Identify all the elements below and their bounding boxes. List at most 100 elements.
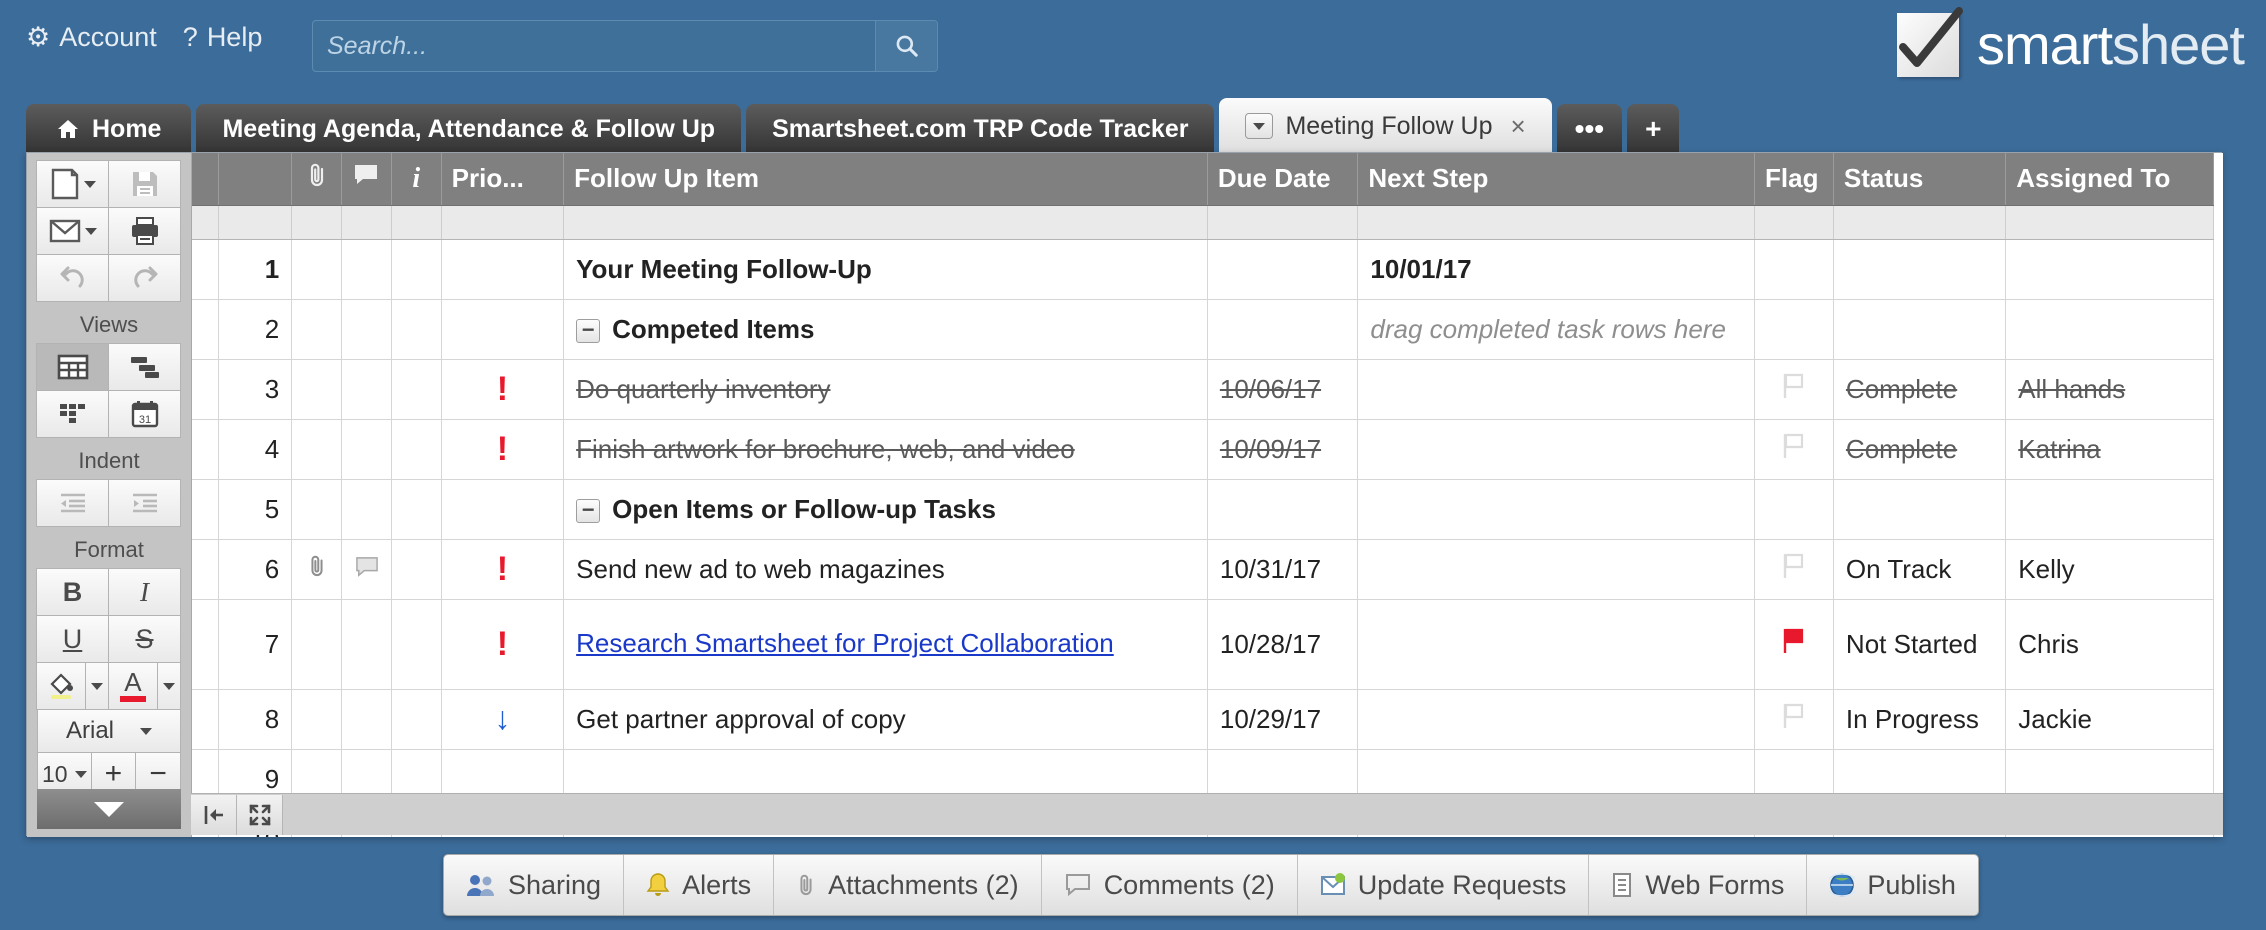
update-requests-button[interactable]: Update Requests: [1298, 855, 1590, 915]
gantt-view-button[interactable]: [108, 343, 181, 391]
cell-follow-up-item[interactable]: Send new ad to web magazines: [564, 539, 1208, 599]
search-button[interactable]: [875, 21, 937, 71]
font-family-select[interactable]: Arial: [37, 709, 181, 753]
send-email-button[interactable]: [36, 207, 109, 255]
cell-next-step[interactable]: [1358, 689, 1755, 749]
cell-follow-up-item[interactable]: −Open Items or Follow-up Tasks: [564, 479, 1208, 539]
cell-assigned-to[interactable]: Kelly: [2006, 539, 2214, 599]
cell-flag[interactable]: [1755, 359, 1834, 419]
sheet-grid[interactable]: i Prio... Follow Up Item Due Date Next S…: [191, 153, 2223, 837]
tab-meeting-agenda[interactable]: Meeting Agenda, Attendance & Follow Up: [196, 104, 741, 154]
cell-next-step[interactable]: [1358, 479, 1755, 539]
cell-follow-up-item[interactable]: Your Meeting Follow-Up: [564, 239, 1208, 299]
tab-overflow-button[interactable]: •••: [1557, 104, 1622, 154]
cell-status[interactable]: Not Started: [1833, 599, 2005, 689]
cell-follow-up-item[interactable]: Get partner approval of copy: [564, 689, 1208, 749]
cell-priority[interactable]: [441, 239, 564, 299]
col-due-date[interactable]: Due Date: [1207, 153, 1358, 205]
help-menu[interactable]: ? Help: [183, 22, 263, 53]
cell-assigned-to[interactable]: [2006, 479, 2214, 539]
cell-flag[interactable]: [1755, 689, 1834, 749]
publish-button[interactable]: Publish: [1807, 855, 1978, 915]
tab-meeting-follow-up[interactable]: Meeting Follow Up ×: [1219, 98, 1551, 154]
cell-next-step[interactable]: drag completed task rows here: [1358, 299, 1755, 359]
cell-link[interactable]: Research Smartsheet for Project Collabor…: [576, 628, 1114, 658]
cell-assigned-to[interactable]: Chris: [2006, 599, 2214, 689]
card-view-button[interactable]: [36, 390, 109, 438]
row-drag-handle[interactable]: [192, 359, 219, 419]
paperclip-icon[interactable]: [307, 554, 327, 578]
strikethrough-button[interactable]: S: [108, 615, 181, 663]
cell-priority[interactable]: !: [441, 419, 564, 479]
comment-icon[interactable]: [354, 556, 380, 578]
alerts-button[interactable]: Alerts: [624, 855, 774, 915]
row-drag-handle[interactable]: [192, 599, 219, 689]
col-comment[interactable]: [341, 153, 391, 205]
cell-due-date[interactable]: [1207, 479, 1358, 539]
new-sheet-button[interactable]: [36, 160, 109, 208]
table-row[interactable]: 4!Finish artwork for brochure, web, and …: [192, 419, 2214, 479]
cell-comment[interactable]: [341, 689, 391, 749]
col-flag[interactable]: Flag: [1755, 153, 1834, 205]
cell-attachment[interactable]: [292, 239, 342, 299]
cell-priority[interactable]: [441, 299, 564, 359]
cell-flag[interactable]: [1755, 419, 1834, 479]
row-drag-handle[interactable]: [192, 689, 219, 749]
cell-attachment[interactable]: [292, 539, 342, 599]
tab-home[interactable]: Home: [26, 104, 191, 154]
cell-follow-up-item[interactable]: Do quarterly inventory: [564, 359, 1208, 419]
table-row[interactable]: 8↓Get partner approval of copy10/29/17In…: [192, 689, 2214, 749]
cell-info[interactable]: [391, 299, 441, 359]
cell-follow-up-item[interactable]: −Competed Items: [564, 299, 1208, 359]
cell-info[interactable]: [391, 539, 441, 599]
cell-info[interactable]: [391, 689, 441, 749]
indent-button[interactable]: [108, 479, 181, 527]
chevron-down-icon[interactable]: [1245, 113, 1273, 139]
row-number[interactable]: 7: [219, 599, 292, 689]
cell-priority[interactable]: !: [441, 599, 564, 689]
cell-attachment[interactable]: [292, 479, 342, 539]
cell-info[interactable]: [391, 239, 441, 299]
cell-due-date[interactable]: 10/31/17: [1207, 539, 1358, 599]
cell-due-date[interactable]: 10/28/17: [1207, 599, 1358, 689]
fullscreen-button[interactable]: [237, 795, 283, 835]
row-collapse-toggle[interactable]: −: [576, 319, 600, 343]
bold-button[interactable]: B: [36, 568, 109, 616]
cell-due-date[interactable]: 10/06/17: [1207, 359, 1358, 419]
cell-assigned-to[interactable]: [2006, 239, 2214, 299]
cell-info[interactable]: [391, 479, 441, 539]
cell-priority[interactable]: ↓: [441, 689, 564, 749]
fill-color-dropdown[interactable]: [85, 662, 109, 710]
table-row[interactable]: 5 −Open Items or Follow-up Tasks: [192, 479, 2214, 539]
cell-status[interactable]: Complete: [1833, 359, 2005, 419]
cell-assigned-to[interactable]: Katrina: [2006, 419, 2214, 479]
cell-next-step[interactable]: [1358, 599, 1755, 689]
cell-status[interactable]: Complete: [1833, 419, 2005, 479]
cell-info[interactable]: [391, 419, 441, 479]
cell-assigned-to[interactable]: [2006, 299, 2214, 359]
row-drag-handle[interactable]: [192, 299, 219, 359]
cell-follow-up-item[interactable]: Finish artwork for brochure, web, and vi…: [564, 419, 1208, 479]
table-row[interactable]: 7! Research Smartsheet for Project Collab…: [192, 599, 2214, 689]
close-icon[interactable]: ×: [1510, 111, 1525, 142]
row-drag-handle[interactable]: [192, 539, 219, 599]
cell-assigned-to[interactable]: Jackie: [2006, 689, 2214, 749]
cell-due-date[interactable]: [1207, 299, 1358, 359]
toolbar-expand-button[interactable]: [37, 789, 181, 829]
tab-trp-code-tracker[interactable]: Smartsheet.com TRP Code Tracker: [746, 104, 1214, 154]
smartsheet-logo[interactable]: smartsheet: [1897, 12, 2244, 77]
table-row[interactable]: 3!Do quarterly inventory10/06/17Complete…: [192, 359, 2214, 419]
row-number[interactable]: 1: [219, 239, 292, 299]
cell-info[interactable]: [391, 359, 441, 419]
cell-follow-up-item[interactable]: Research Smartsheet for Project Collabor…: [564, 599, 1208, 689]
col-attachment[interactable]: [292, 153, 342, 205]
account-menu[interactable]: ⚙ Account: [26, 22, 157, 53]
text-color-button[interactable]: A: [108, 662, 158, 710]
collapse-panel-button[interactable]: [191, 795, 237, 835]
col-info[interactable]: i: [391, 153, 441, 205]
cell-status[interactable]: [1833, 299, 2005, 359]
cell-status[interactable]: On Track: [1833, 539, 2005, 599]
row-number[interactable]: 5: [219, 479, 292, 539]
cell-due-date[interactable]: 10/29/17: [1207, 689, 1358, 749]
cell-flag[interactable]: [1755, 599, 1834, 689]
